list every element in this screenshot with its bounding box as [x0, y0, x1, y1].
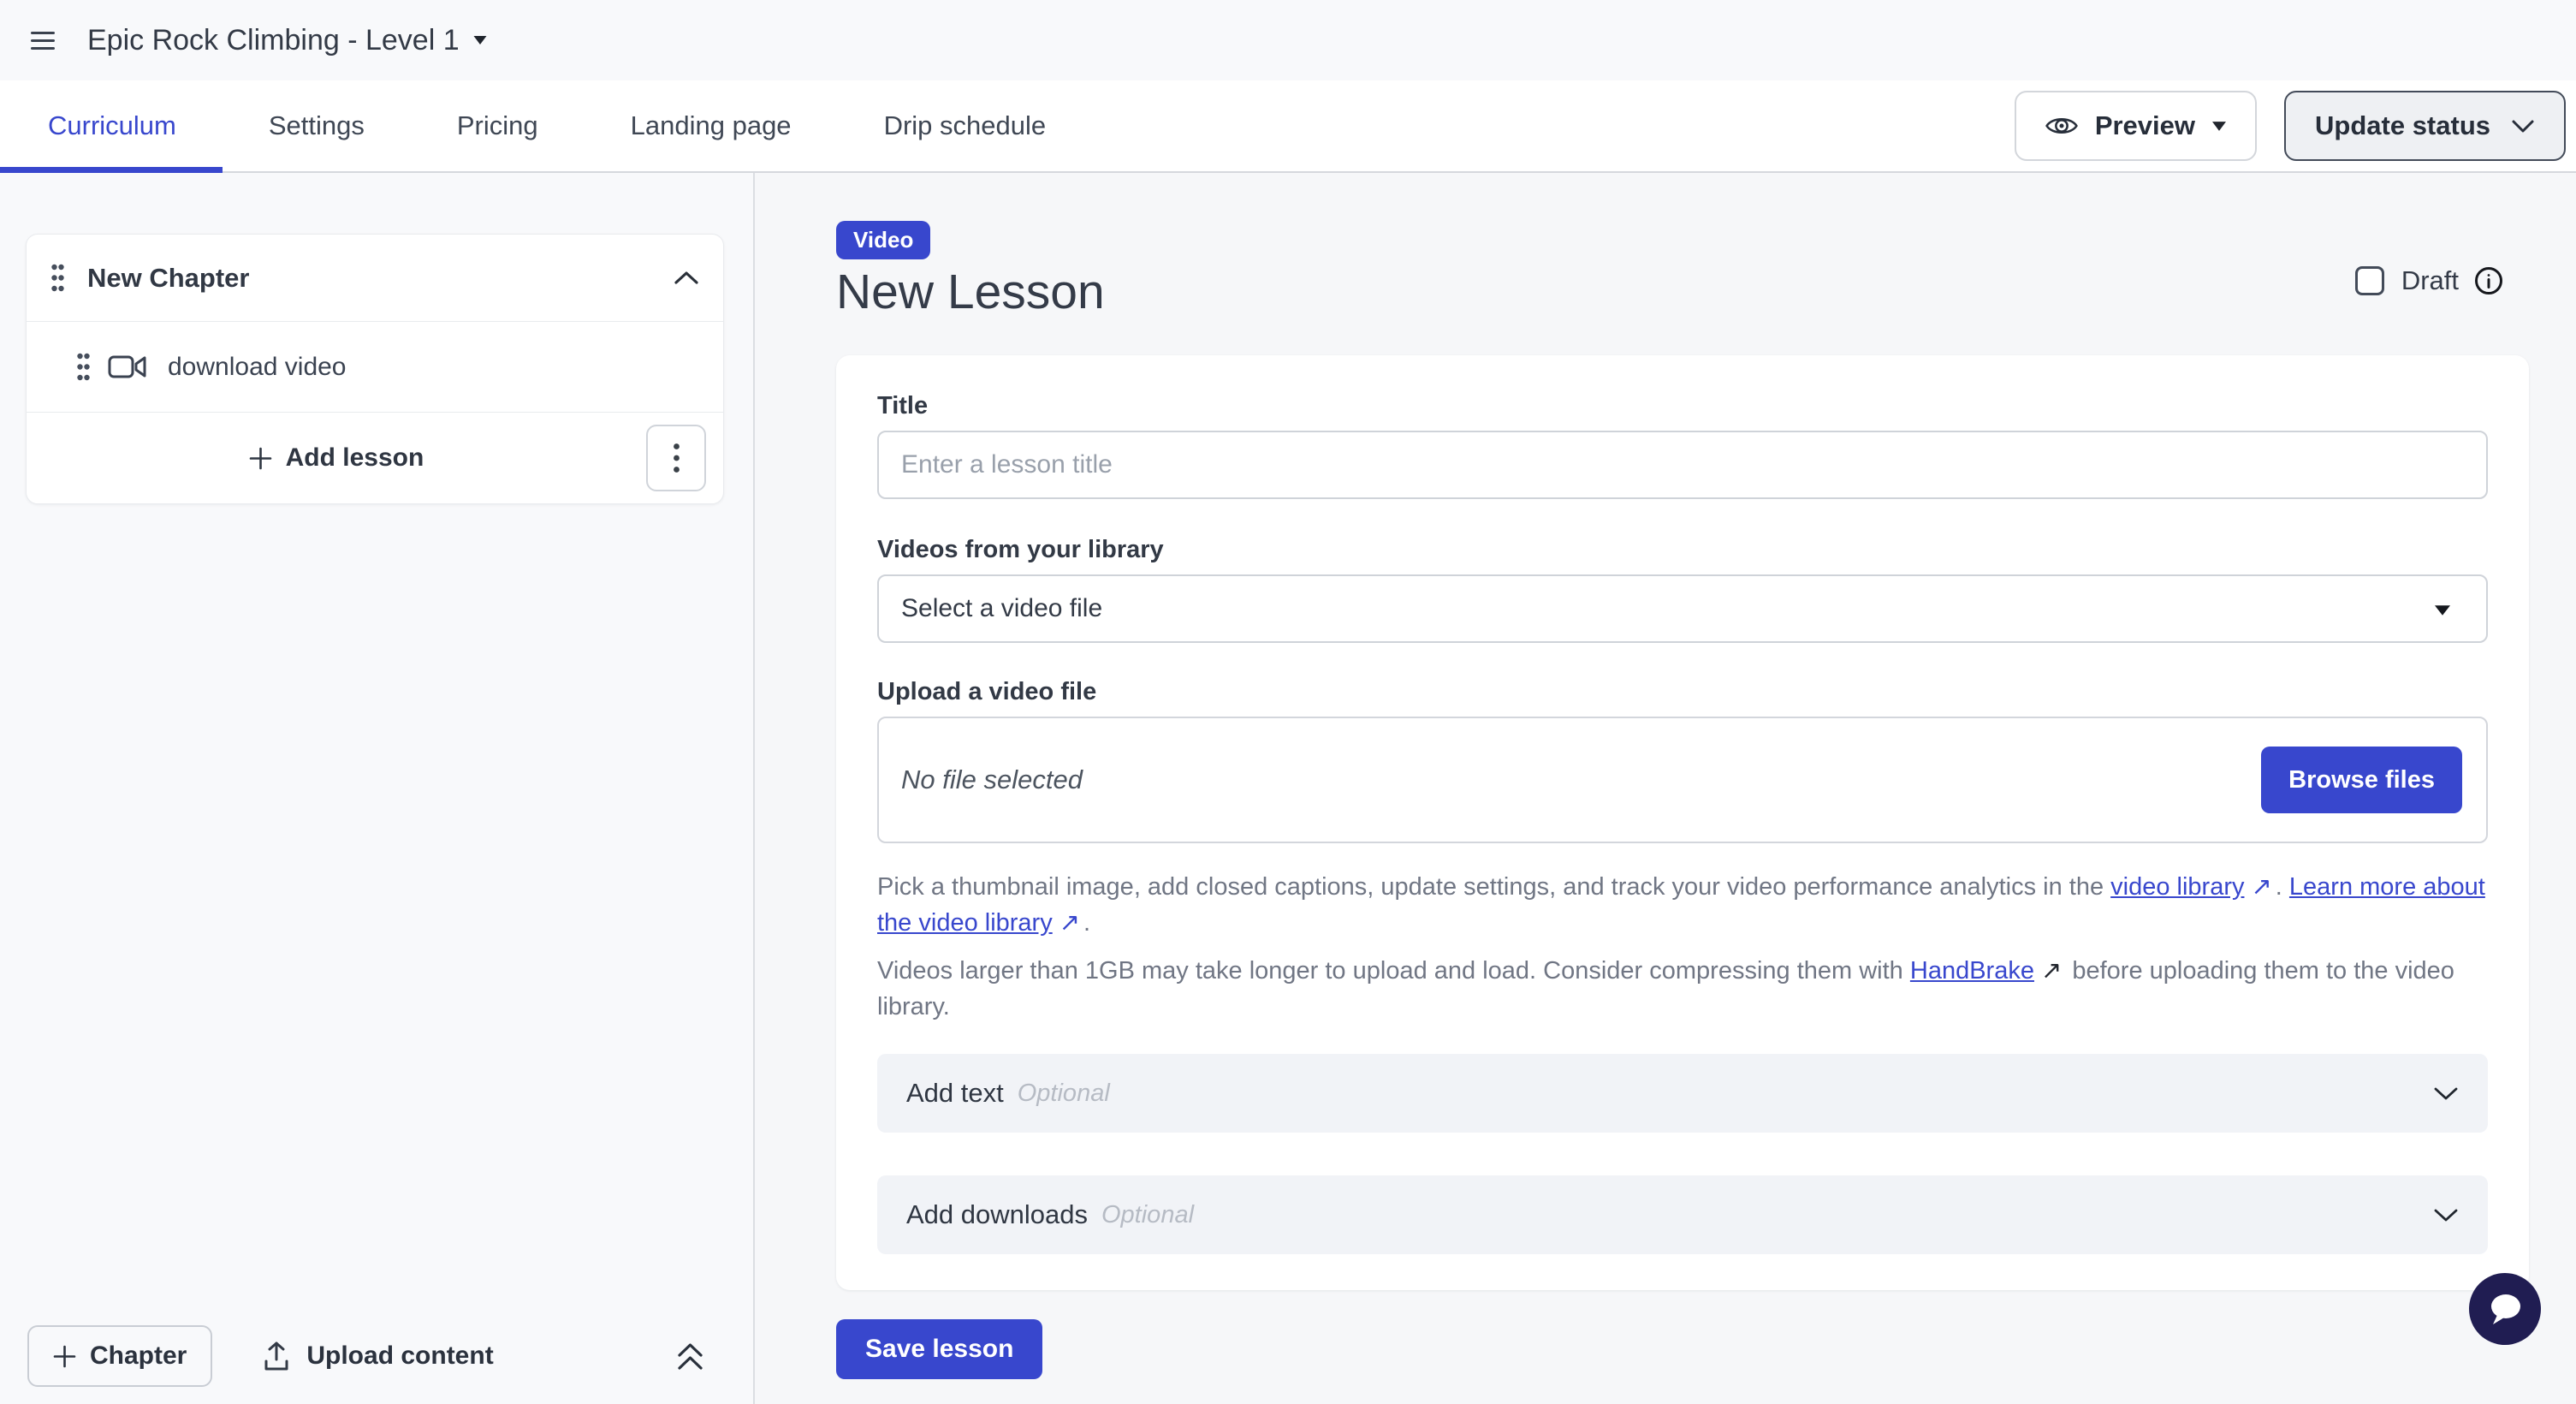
collapse-all-button[interactable] — [675, 1342, 705, 1371]
handbrake-link[interactable]: HandBrake — [1910, 957, 2034, 985]
preview-button[interactable]: Preview — [2015, 91, 2257, 161]
chapter-title: New Chapter — [87, 263, 674, 294]
external-link-arrow-icon: ↗ — [2251, 869, 2271, 905]
video-library-selected-value: Select a video file — [901, 594, 1102, 623]
tab-curriculum[interactable]: Curriculum — [48, 110, 176, 141]
plus-icon — [249, 447, 272, 470]
lesson-editor: Video New Lesson Draft Title Videos from… — [757, 173, 2576, 1404]
chapter-card: New Chapter download video Add lesson — [26, 234, 724, 504]
external-link-arrow-icon: ↗ — [1059, 905, 1080, 941]
video-library-help-text: Pick a thumbnail image, add closed capti… — [877, 869, 2488, 941]
lesson-row[interactable]: download video — [27, 322, 723, 413]
hamburger-menu-icon[interactable] — [31, 32, 55, 50]
tab-landing-page[interactable]: Landing page — [631, 110, 792, 141]
course-title: Epic Rock Climbing - Level 1 — [87, 24, 460, 57]
video-library-select[interactable]: Select a video file — [877, 574, 2488, 643]
video-library-link[interactable]: video library — [2110, 873, 2244, 901]
file-upload-dropzone: No file selected Browse files — [877, 717, 2488, 843]
add-lesson-button[interactable]: Add lesson — [27, 443, 646, 473]
caret-down-icon — [2212, 122, 2226, 131]
lesson-type-badge: Video — [836, 221, 930, 259]
upload-content-label: Upload content — [306, 1342, 493, 1371]
tab-drip-schedule[interactable]: Drip schedule — [884, 110, 1047, 141]
page-title: New Lesson — [836, 266, 2576, 318]
course-title-dropdown[interactable]: Epic Rock Climbing - Level 1 — [87, 24, 487, 57]
save-lesson-button[interactable]: Save lesson — [836, 1319, 1042, 1379]
draft-label: Draft — [2401, 265, 2459, 296]
curriculum-sidebar: New Chapter download video Add lesson — [0, 173, 755, 1404]
help-text-segment: . — [2276, 873, 2289, 901]
update-status-label: Update status — [2315, 110, 2490, 141]
compression-help-text: Videos larger than 1GB may take longer t… — [877, 953, 2488, 1025]
tab-navigation: Curriculum Settings Pricing Landing page… — [0, 80, 2576, 173]
video-camera-icon — [108, 354, 147, 380]
add-text-section[interactable]: Add text Optional — [877, 1054, 2488, 1133]
chat-bubble-icon — [2485, 1290, 2525, 1328]
upload-content-button[interactable]: Upload content — [262, 1341, 493, 1372]
optional-label: Optional — [1101, 1201, 1194, 1229]
chapter-footer: Add lesson — [27, 413, 723, 503]
lesson-title-input[interactable] — [877, 431, 2488, 499]
upload-field-label: Upload a video file — [877, 679, 2488, 705]
caret-down-icon — [473, 36, 487, 45]
help-text-segment: Pick a thumbnail image, add closed capti… — [877, 873, 2110, 901]
update-status-button[interactable]: Update status — [2284, 91, 2566, 161]
no-file-selected-text: No file selected — [901, 764, 1083, 795]
info-icon[interactable] — [2474, 266, 2503, 295]
drag-handle-icon[interactable] — [50, 263, 65, 293]
add-text-label: Add text — [906, 1078, 1004, 1109]
chevron-up-icon[interactable] — [674, 271, 699, 285]
optional-label: Optional — [1018, 1080, 1110, 1108]
draft-toggle-group: Draft — [2355, 265, 2503, 296]
chevron-down-icon — [2511, 119, 2535, 134]
eye-icon — [2045, 113, 2078, 139]
sidebar-footer: Chapter Upload content — [0, 1308, 753, 1404]
double-chevron-up-icon — [675, 1342, 705, 1371]
lesson-title: download video — [168, 353, 347, 382]
add-lesson-label: Add lesson — [286, 443, 424, 473]
add-chapter-label: Chapter — [90, 1342, 187, 1371]
lesson-form-card: Title Videos from your library Select a … — [836, 355, 2529, 1290]
tab-pricing[interactable]: Pricing — [457, 110, 538, 141]
add-chapter-button[interactable]: Chapter — [27, 1325, 212, 1387]
kebab-menu-icon — [673, 443, 680, 473]
help-text-segment: . — [1083, 909, 1090, 937]
add-downloads-section[interactable]: Add downloads Optional — [877, 1175, 2488, 1254]
chevron-down-icon — [2433, 1086, 2459, 1101]
draft-checkbox[interactable] — [2355, 266, 2384, 295]
chapter-options-button[interactable] — [646, 425, 706, 491]
active-tab-underline — [0, 167, 223, 173]
browse-files-button[interactable]: Browse files — [2261, 747, 2462, 813]
chevron-down-icon — [2433, 1208, 2459, 1223]
plus-icon — [53, 1345, 76, 1368]
tab-settings[interactable]: Settings — [269, 110, 365, 141]
preview-button-label: Preview — [2095, 110, 2195, 141]
add-downloads-label: Add downloads — [906, 1199, 1088, 1230]
upload-icon — [262, 1341, 291, 1372]
drag-handle-icon[interactable] — [76, 352, 91, 382]
library-field-label: Videos from your library — [877, 537, 2488, 562]
external-link-arrow-icon: ↗ — [2041, 953, 2062, 989]
caret-down-icon — [2435, 605, 2450, 616]
title-field-label: Title — [877, 393, 2488, 419]
topbar: Epic Rock Climbing - Level 1 — [0, 0, 2576, 80]
chapter-header[interactable]: New Chapter — [27, 235, 723, 322]
chat-widget-button[interactable] — [2469, 1273, 2541, 1345]
help-text-segment: Videos larger than 1GB may take longer t… — [877, 957, 1910, 985]
